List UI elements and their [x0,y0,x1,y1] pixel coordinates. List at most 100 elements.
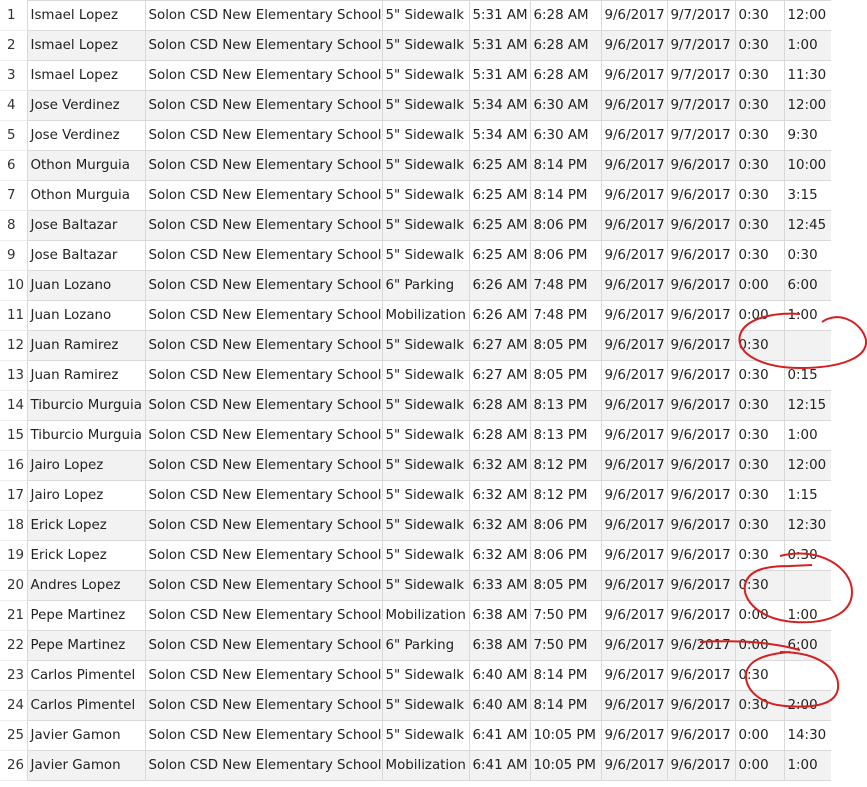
break-duration-cell[interactable]: 0:00 [734,720,785,751]
end-date-cell[interactable]: 9/6/2017 [666,420,736,451]
task-name-cell[interactable]: 5" Sidewalk [381,720,470,751]
hours-worked-cell[interactable] [783,330,839,361]
start-time-cell[interactable]: 6:32 AM [468,510,531,541]
end-date-cell[interactable]: 9/6/2017 [666,570,736,601]
break-duration-cell[interactable]: 0:30 [734,480,785,511]
start-time-cell[interactable]: 5:31 AM [468,60,531,91]
project-name-cell[interactable]: Solon CSD New Elementary School [144,150,383,181]
project-name-cell[interactable]: Solon CSD New Elementary School [144,30,383,61]
break-duration-cell[interactable]: 0:00 [734,600,785,631]
end-time-cell[interactable]: 8:12 PM [529,450,602,481]
task-name-cell[interactable]: Mobilization [381,750,470,781]
employee-name-cell[interactable]: Juan Lozano [26,300,146,331]
start-date-cell[interactable]: 9/6/2017 [600,690,668,721]
project-name-cell[interactable]: Solon CSD New Elementary School [144,120,383,151]
task-name-cell[interactable]: 5" Sidewalk [381,360,470,391]
end-time-cell[interactable]: 7:48 PM [529,300,602,331]
employee-name-cell[interactable]: Jose Baltazar [26,210,146,241]
project-name-cell[interactable]: Solon CSD New Elementary School [144,510,383,541]
end-date-cell[interactable]: 9/6/2017 [666,630,736,661]
end-date-cell[interactable]: 9/6/2017 [666,540,736,571]
start-time-cell[interactable]: 6:40 AM [468,690,531,721]
employee-name-cell[interactable]: Othon Murguia [26,180,146,211]
task-name-cell[interactable]: 5" Sidewalk [381,180,470,211]
employee-name-cell[interactable]: Andres Lopez [26,570,146,601]
employee-name-cell[interactable]: Erick Lopez [26,540,146,571]
end-time-cell[interactable]: 6:30 AM [529,120,602,151]
hours-worked-cell[interactable] [783,570,839,601]
project-name-cell[interactable]: Solon CSD New Elementary School [144,240,383,271]
hours-worked-cell[interactable] [783,660,839,691]
end-time-cell[interactable]: 8:14 PM [529,150,602,181]
end-date-cell[interactable]: 9/7/2017 [666,120,736,151]
start-date-cell[interactable]: 9/6/2017 [600,480,668,511]
project-name-cell[interactable]: Solon CSD New Elementary School [144,330,383,361]
start-date-cell[interactable]: 9/6/2017 [600,600,668,631]
end-date-cell[interactable]: 9/7/2017 [666,30,736,61]
end-date-cell[interactable]: 9/6/2017 [666,390,736,421]
project-name-cell[interactable]: Solon CSD New Elementary School [144,450,383,481]
project-name-cell[interactable]: Solon CSD New Elementary School [144,540,383,571]
task-name-cell[interactable]: 5" Sidewalk [381,540,470,571]
task-name-cell[interactable]: 5" Sidewalk [381,240,470,271]
hours-worked-cell[interactable]: 1:00 [783,600,839,631]
break-duration-cell[interactable]: 0:30 [734,540,785,571]
start-date-cell[interactable]: 9/6/2017 [600,300,668,331]
hours-worked-cell[interactable]: 1:15 [783,480,839,511]
hours-worked-cell[interactable]: 0:15 [783,360,839,391]
project-name-cell[interactable]: Solon CSD New Elementary School [144,210,383,241]
start-time-cell[interactable]: 6:25 AM [468,240,531,271]
end-time-cell[interactable]: 8:05 PM [529,360,602,391]
hours-worked-cell[interactable]: 12:00 [783,90,839,121]
employee-name-cell[interactable]: Pepe Martinez [26,630,146,661]
end-time-cell[interactable]: 7:50 PM [529,600,602,631]
end-time-cell[interactable]: 8:13 PM [529,390,602,421]
hours-worked-cell[interactable]: 10:00 [783,150,839,181]
start-date-cell[interactable]: 9/6/2017 [600,330,668,361]
hours-worked-cell[interactable]: 14:30 [783,720,839,751]
hours-worked-cell[interactable]: 1:00 [783,30,839,61]
end-time-cell[interactable]: 8:14 PM [529,660,602,691]
task-name-cell[interactable]: 5" Sidewalk [381,690,470,721]
break-duration-cell[interactable]: 0:30 [734,330,785,361]
start-date-cell[interactable]: 9/6/2017 [600,450,668,481]
end-time-cell[interactable]: 6:28 AM [529,30,602,61]
break-duration-cell[interactable]: 0:30 [734,360,785,391]
task-name-cell[interactable]: 5" Sidewalk [381,150,470,181]
start-date-cell[interactable]: 9/6/2017 [600,90,668,121]
start-date-cell[interactable]: 9/6/2017 [600,180,668,211]
hours-worked-cell[interactable]: 1:00 [783,750,839,781]
start-time-cell[interactable]: 6:41 AM [468,720,531,751]
end-time-cell[interactable]: 6:30 AM [529,90,602,121]
start-date-cell[interactable]: 9/6/2017 [600,120,668,151]
hours-worked-cell[interactable]: 1:00 [783,420,839,451]
start-date-cell[interactable]: 9/6/2017 [600,270,668,301]
hours-worked-cell[interactable]: 6:00 [783,630,839,661]
project-name-cell[interactable]: Solon CSD New Elementary School [144,360,383,391]
end-date-cell[interactable]: 9/7/2017 [666,90,736,121]
start-time-cell[interactable]: 6:26 AM [468,270,531,301]
employee-name-cell[interactable]: Javier Gamon [26,720,146,751]
end-date-cell[interactable]: 9/6/2017 [666,240,736,271]
start-time-cell[interactable]: 6:41 AM [468,750,531,781]
task-name-cell[interactable]: 5" Sidewalk [381,120,470,151]
start-date-cell[interactable]: 9/6/2017 [600,60,668,91]
start-date-cell[interactable]: 9/6/2017 [600,150,668,181]
end-date-cell[interactable]: 9/6/2017 [666,450,736,481]
task-name-cell[interactable]: 6" Parking [381,630,470,661]
employee-name-cell[interactable]: Ismael Lopez [26,60,146,91]
break-duration-cell[interactable]: 0:00 [734,270,785,301]
break-duration-cell[interactable]: 0:30 [734,570,785,601]
project-name-cell[interactable]: Solon CSD New Elementary School [144,480,383,511]
end-date-cell[interactable]: 9/6/2017 [666,660,736,691]
end-date-cell[interactable]: 9/6/2017 [666,720,736,751]
end-date-cell[interactable]: 9/6/2017 [666,210,736,241]
break-duration-cell[interactable]: 0:30 [734,90,785,121]
start-time-cell[interactable]: 6:38 AM [468,600,531,631]
start-date-cell[interactable]: 9/6/2017 [600,720,668,751]
break-duration-cell[interactable]: 0:00 [734,750,785,781]
end-date-cell[interactable]: 9/6/2017 [666,330,736,361]
task-name-cell[interactable]: 5" Sidewalk [381,480,470,511]
break-duration-cell[interactable]: 0:30 [734,120,785,151]
end-time-cell[interactable]: 10:05 PM [529,720,602,751]
